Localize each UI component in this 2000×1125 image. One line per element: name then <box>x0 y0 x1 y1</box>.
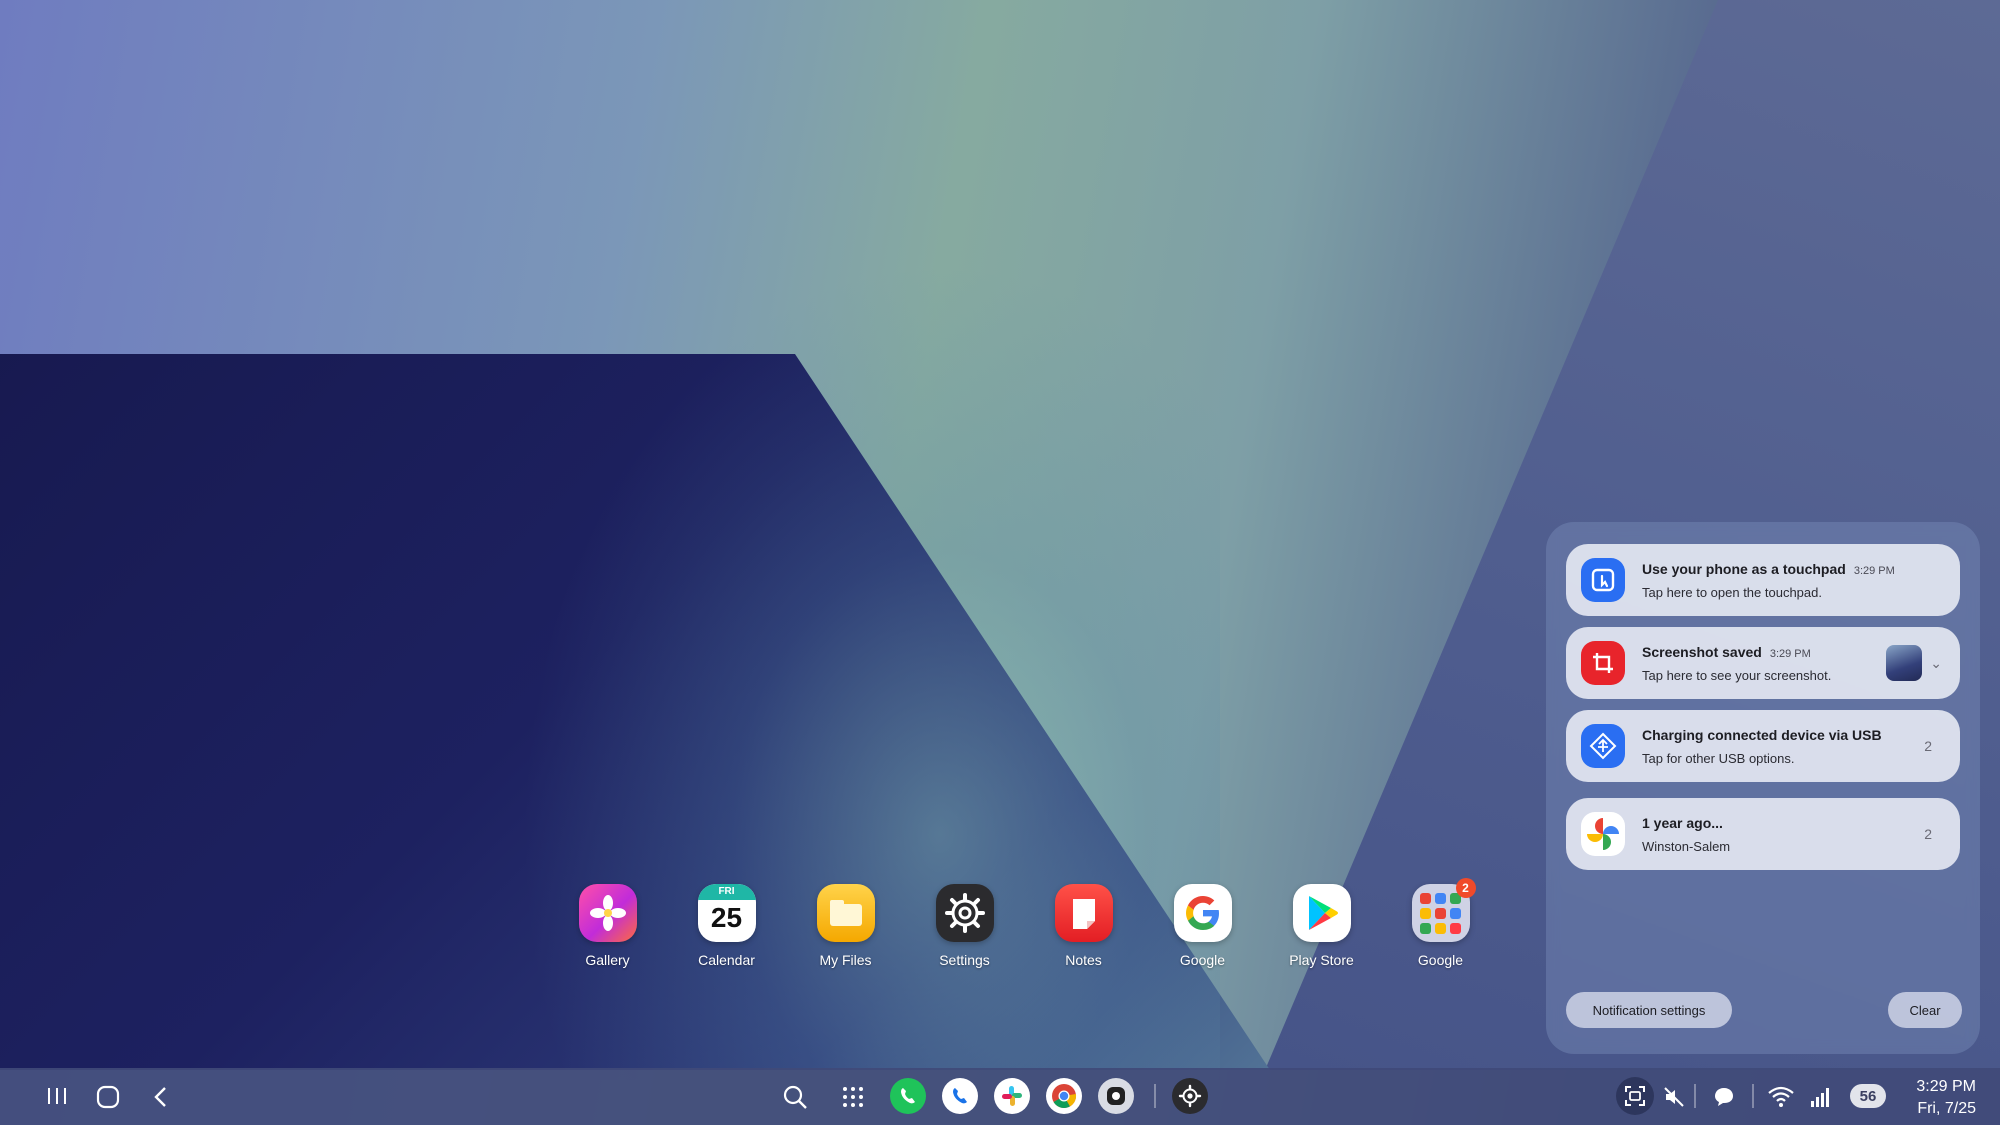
notification-text: Charging connected device via USB Tap fo… <box>1642 727 1924 766</box>
notification-subtitle: Winston-Salem <box>1642 838 1731 854</box>
app-calendar[interactable]: FRI 25 Calendar <box>667 884 786 968</box>
screenshot-thumbnail[interactable] <box>1886 645 1923 681</box>
taskbar-divider <box>1752 1084 1754 1108</box>
mute-icon[interactable] <box>1660 1083 1688 1111</box>
folder-icon <box>816 884 875 942</box>
notification-subtitle: Tap here to open the touchpad. <box>1642 584 1822 600</box>
recent-apps-icon[interactable] <box>42 1084 72 1108</box>
clock[interactable]: 3:29 PM Fri, 7/25 <box>1916 1076 1976 1120</box>
app-label: Google <box>1417 952 1464 968</box>
app-settings[interactable]: Settings <box>905 884 1024 968</box>
notification-count: 2 <box>1924 738 1932 754</box>
notification-text: Screenshot saved 3:29 PM Tap here to see … <box>1642 644 1886 683</box>
app-play-store[interactable]: Play Store <box>1262 884 1381 968</box>
notification-title: Screenshot saved <box>1642 643 1762 660</box>
notification-time: 3:29 PM <box>1769 647 1811 660</box>
taskbar: 56 3:29 PM Fri, 7/25 <box>0 1068 2000 1125</box>
touchpad-icon <box>1581 558 1625 602</box>
taskbar-divider <box>1154 1084 1156 1108</box>
notification-subtitle: Tap for other USB options. <box>1642 750 1795 766</box>
camera-icon[interactable] <box>1098 1078 1134 1114</box>
app-google[interactable]: Google <box>1143 884 1262 968</box>
notification-subtitle: Tap here to see your screenshot. <box>1642 667 1832 683</box>
wifi-icon <box>1766 1083 1796 1111</box>
google-photos-icon <box>1581 812 1625 856</box>
notification-panel: Use your phone as a touchpad 3:29 PM Tap … <box>1546 522 1980 1054</box>
notification-time: 3:29 PM <box>1853 564 1895 577</box>
notification-memories[interactable]: 1 year ago... Winston-Salem 2 <box>1566 798 1960 870</box>
app-gallery[interactable]: Gallery <box>548 884 667 968</box>
chrome-icon[interactable] <box>1046 1078 1082 1114</box>
notification-text: 1 year ago... Winston-Salem <box>1642 815 1924 854</box>
google-folder-icon: 2 <box>1411 878 1476 942</box>
calendar-icon: FRI 25 <box>697 884 756 942</box>
notification-count: 2 <box>1924 826 1932 842</box>
notification-title: 1 year ago... <box>1642 814 1723 831</box>
home-dock: Gallery FRI 25 Calendar My Files Setting… <box>548 878 1500 968</box>
notification-title: Charging connected device via USB <box>1642 726 1882 743</box>
notification-usb[interactable]: Charging connected device via USB Tap fo… <box>1566 710 1960 782</box>
app-label: Calendar <box>698 952 755 968</box>
notification-settings-button[interactable]: Notification settings <box>1566 992 1732 1028</box>
chevron-down-icon[interactable]: ⌄ <box>1930 655 1942 672</box>
app-my-files[interactable]: My Files <box>786 884 905 968</box>
clear-button[interactable]: Clear <box>1888 992 1962 1028</box>
calendar-day-number: 25 <box>710 902 743 933</box>
search-icon[interactable] <box>780 1082 810 1112</box>
home-icon[interactable] <box>94 1083 122 1111</box>
cellular-signal-icon <box>1806 1083 1834 1111</box>
clock-time: 3:29 PM <box>1916 1078 1976 1095</box>
screenshot-icon <box>1581 641 1625 685</box>
battery-indicator: 56 <box>1850 1084 1886 1108</box>
app-label: Notes <box>1065 952 1102 968</box>
app-label: My Files <box>819 952 872 968</box>
notification-title: Use your phone as a touchpad <box>1642 560 1846 577</box>
app-label: Play Store <box>1289 952 1354 968</box>
gallery-icon <box>578 884 637 942</box>
slack-icon[interactable] <box>994 1078 1030 1114</box>
app-label: Google <box>1179 952 1226 968</box>
settings-gear-icon[interactable] <box>1172 1078 1208 1114</box>
notification-touchpad[interactable]: Use your phone as a touchpad 3:29 PM Tap … <box>1566 544 1960 616</box>
google-phone-icon[interactable] <box>942 1078 978 1114</box>
back-icon[interactable] <box>146 1083 174 1111</box>
notification-screenshot[interactable]: Screenshot saved 3:29 PM Tap here to see … <box>1566 627 1960 699</box>
app-label: Settings <box>939 952 990 968</box>
app-notes[interactable]: Notes <box>1024 884 1143 968</box>
gear-icon <box>935 884 994 942</box>
notes-icon <box>1054 884 1113 942</box>
taskbar-divider <box>1694 1084 1696 1108</box>
screen-capture-icon[interactable] <box>1616 1077 1654 1115</box>
app-drawer-icon[interactable] <box>838 1082 868 1112</box>
clock-date: Fri, 7/25 <box>1917 1100 1976 1117</box>
app-label: Gallery <box>585 952 630 968</box>
calendar-day-name: FRI <box>697 884 756 900</box>
notification-text: Use your phone as a touchpad 3:29 PM Tap … <box>1642 561 1960 600</box>
google-icon <box>1173 884 1232 942</box>
phone-icon[interactable] <box>890 1078 926 1114</box>
app-google-folder[interactable]: 2 Google <box>1381 878 1500 968</box>
message-icon[interactable] <box>1710 1083 1738 1111</box>
notification-badge: 2 <box>1455 878 1476 898</box>
usb-icon <box>1581 724 1625 768</box>
play-store-icon <box>1292 884 1351 942</box>
